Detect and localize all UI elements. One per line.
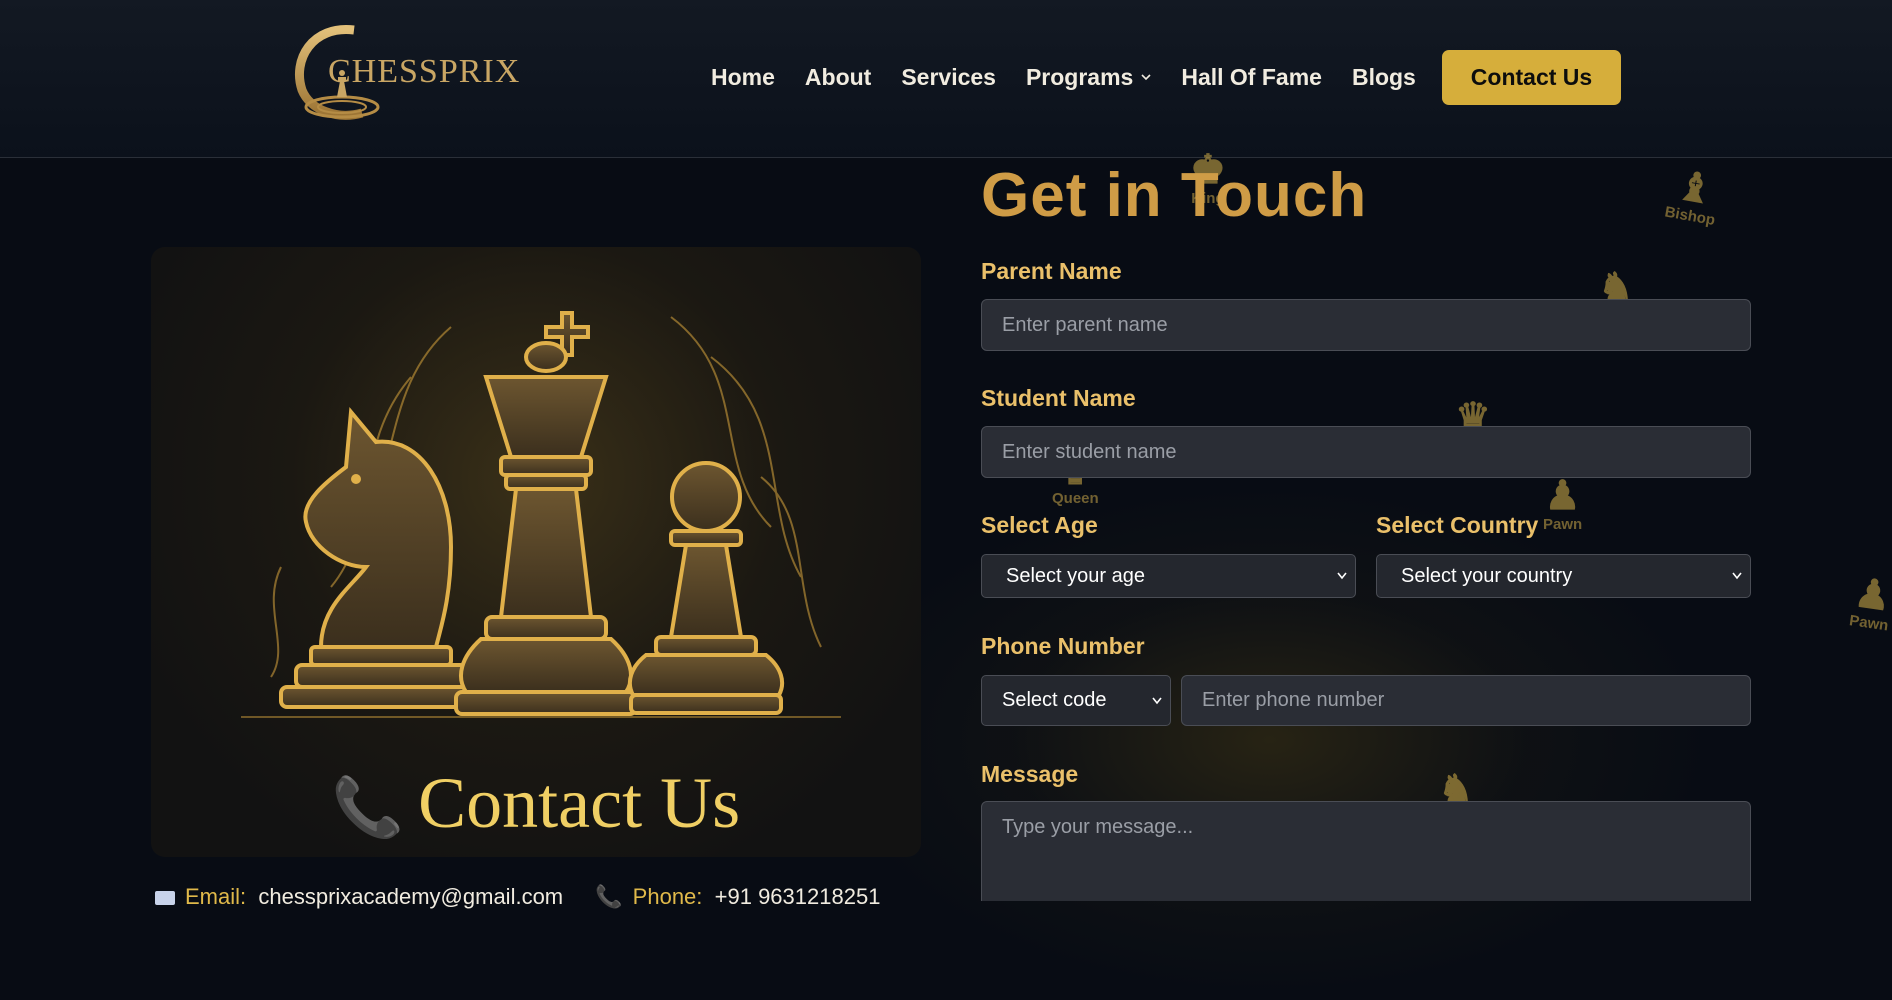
nav-home-label: Home — [711, 63, 775, 90]
form-title: Get in Touch — [981, 161, 1368, 230]
country-code-value: Select code — [1002, 689, 1107, 711]
chevron-down-icon — [1152, 697, 1162, 704]
deco-pawn-2: ♟ Pawn — [1848, 570, 1892, 635]
phone-icon: 📞 — [331, 775, 405, 840]
deco-bishop: ♝ Bishop — [1663, 163, 1723, 229]
chevron-down-icon — [1732, 572, 1742, 580]
pawn-icon: ♟ — [1851, 570, 1892, 620]
card-title-text: Contact Us — [418, 763, 741, 843]
nav-programs[interactable]: Programs — [1026, 64, 1151, 91]
age-select-value: Select your age — [1006, 564, 1145, 587]
chevron-down-icon — [1337, 572, 1347, 580]
deco-pawn-label: Pawn — [1543, 516, 1583, 533]
contact-hero-image: 📞 Contact Us — [151, 247, 921, 857]
message-textarea[interactable]: Type your message... — [981, 801, 1751, 901]
nav-about-label: About — [804, 63, 872, 90]
message-placeholder: Type your message... — [1002, 816, 1194, 838]
age-label: Select Age — [981, 512, 1098, 538]
chevron-down-icon — [1141, 74, 1151, 81]
nav-hall-of-fame-label: Hall Of Fame — [1181, 63, 1322, 90]
main-nav: Home About Services Programs Hall Of Fam… — [711, 50, 1446, 104]
nav-services-label: Services — [901, 63, 996, 90]
brand-logo[interactable]: CHESSPRIX — [292, 25, 519, 125]
phone-value[interactable]: +91 9631218251 — [715, 884, 881, 909]
country-select-value: Select your country — [1401, 564, 1573, 587]
pawn-icon: ♟ — [1544, 474, 1581, 518]
age-select[interactable]: Select your age — [981, 554, 1356, 598]
nav-home[interactable]: Home — [711, 64, 775, 91]
phone-icon: 📞 — [595, 884, 623, 909]
contact-info-line: Email: chessprixacademy@gmail.com 📞 Phone… — [155, 884, 880, 910]
country-select[interactable]: Select your country — [1376, 554, 1751, 598]
nav-hall-of-fame[interactable]: Hall Of Fame — [1181, 64, 1322, 91]
student-name-label: Student Name — [981, 385, 1136, 411]
nav-about[interactable]: About — [805, 64, 871, 91]
contact-us-button[interactable]: Contact Us — [1442, 50, 1621, 105]
parent-name-placeholder: Enter parent name — [1002, 313, 1168, 336]
logo-wordmark: CHESSPRIX — [328, 53, 521, 90]
email-label: Email: — [185, 884, 247, 909]
phone-number-input[interactable]: Enter phone number — [1181, 675, 1751, 726]
site-header: CHESSPRIX Home About Services Programs H… — [0, 0, 1892, 158]
phone-number-placeholder: Enter phone number — [1202, 689, 1385, 711]
deco-pawn-1: ♟ Pawn — [1543, 476, 1582, 533]
student-name-placeholder: Enter student name — [1002, 440, 1177, 463]
chess-pieces-illustration — [241, 311, 841, 718]
student-name-input[interactable]: Enter student name — [981, 426, 1751, 478]
email-value[interactable]: chessprixacademy@gmail.com — [258, 884, 563, 909]
nav-programs-label: Programs — [1025, 63, 1134, 90]
nav-blogs[interactable]: Blogs — [1352, 64, 1416, 91]
email-icon — [155, 891, 175, 906]
parent-name-label: Parent Name — [981, 258, 1122, 284]
phone-number-label: Phone Number — [981, 633, 1145, 659]
parent-name-input[interactable]: Enter parent name — [981, 299, 1751, 351]
country-label: Select Country — [1376, 512, 1539, 538]
deco-queen-label: Queen — [1052, 490, 1099, 507]
card-title: 📞 Contact Us — [151, 762, 921, 845]
nav-services[interactable]: Services — [901, 64, 996, 91]
message-label: Message — [981, 761, 1079, 787]
phone-label: Phone: — [632, 884, 703, 909]
country-code-select[interactable]: Select code — [981, 675, 1171, 726]
nav-blogs-label: Blogs — [1351, 63, 1416, 90]
